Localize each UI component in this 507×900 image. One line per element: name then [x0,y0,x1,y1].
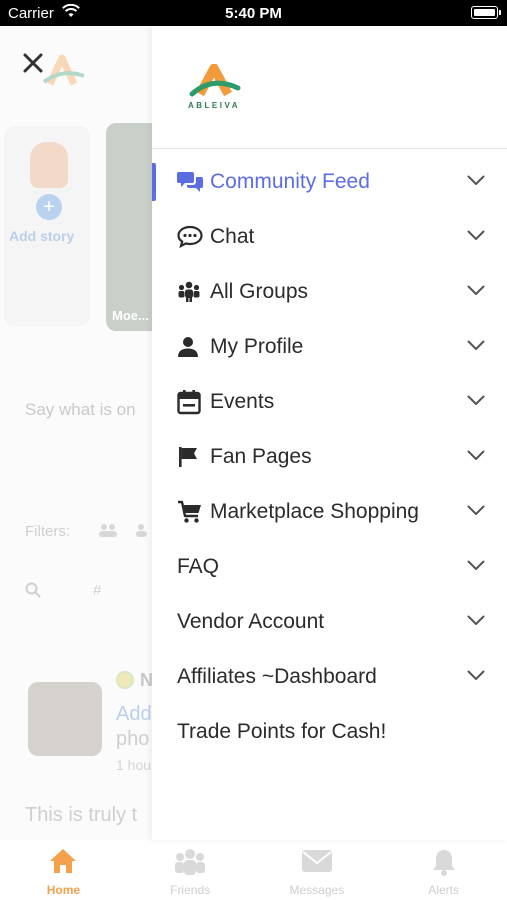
chevron-down-icon[interactable] [467,503,485,521]
menu-item-community-feed[interactable]: Community Feed [152,154,507,209]
chevron-down-icon[interactable] [467,558,485,576]
speech-bubble-icon [177,223,205,251]
calendar-icon [177,388,205,416]
ableiva-logo: ABLEIVA [182,63,246,117]
active-indicator [152,163,156,201]
menu-item-label: Marketplace Shopping [210,499,419,523]
menu-item-events[interactable]: Events [152,374,507,429]
menu-item-label: Community Feed [210,169,370,193]
tab-label: Friends [170,883,211,897]
tab-messages[interactable]: Messages [254,840,381,900]
menu-item-label: Affiliates ~Dashboard [177,664,377,688]
filters-label: Filters: [25,523,70,540]
chevron-down-icon[interactable] [467,393,485,411]
menu-item-label: All Groups [210,279,309,303]
chevron-down-icon[interactable] [467,668,485,686]
menu-item-fan-pages[interactable]: Fan Pages [152,429,507,484]
chevron-down-icon[interactable] [467,283,485,301]
menu-item-label: Trade Points for Cash! [177,719,387,743]
bell-icon [380,848,507,878]
post-line-2: pho [116,728,150,750]
tab-label: Messages [289,883,345,897]
flag-icon [177,443,205,471]
menu-item-all-groups[interactable]: All Groups [152,264,507,319]
avatar [30,142,68,188]
composer-placeholder[interactable]: Say what is on [25,400,136,420]
post-author[interactable]: N [140,670,152,691]
envelope-icon [254,848,381,878]
menu-item-my-profile[interactable]: My Profile [152,319,507,374]
background-page: + Add story Moe... Say what is on Filter… [0,26,152,840]
user-icon [177,333,205,361]
author-avatar [116,671,134,689]
menu-item-label: Chat [210,224,255,248]
add-story-card[interactable]: + Add story [4,126,90,326]
chat-bubbles-icon [177,168,205,196]
user-filter-icon[interactable] [134,523,150,540]
menu-item-faq[interactable]: FAQ [152,539,507,594]
faded-logo [40,54,90,99]
chevron-down-icon[interactable] [467,448,485,466]
search-icon[interactable] [25,582,41,602]
drawer-menu: Community Feed Chat All Groups My Profil… [152,154,507,759]
home-icon [0,848,127,878]
add-story-label: Add story [9,228,75,244]
story-photo-label: Moe... [112,308,149,323]
menu-item-marketplace-shopping[interactable]: Marketplace Shopping [152,484,507,539]
menu-item-label: Events [210,389,275,413]
clock: 5:40 PM [225,5,282,22]
navigation-drawer: ABLEIVA Community Feed Chat All Groups M… [152,26,507,840]
story-photo-card[interactable] [106,123,152,331]
status-bar: Carrier 5:40 PM [0,0,507,26]
chevron-down-icon[interactable] [467,228,485,246]
hashtag-icon[interactable]: # [93,582,101,599]
menu-item-label: Fan Pages [210,444,312,468]
drawer-header: ABLEIVA [152,26,507,149]
post-line-1: Add [116,703,152,725]
tab-label: Alerts [428,883,459,897]
groups-icon [177,278,205,306]
menu-item-affiliates-dashboard[interactable]: Affiliates ~Dashboard [152,649,507,704]
battery-icon [471,6,501,19]
close-drawer-button[interactable] [22,52,44,78]
chevron-down-icon[interactable] [467,173,485,191]
friends-icon [127,848,254,878]
post-time: 1 hou [116,757,152,773]
close-icon [23,53,43,73]
tab-alerts[interactable]: Alerts [380,840,507,900]
post-photo[interactable] [28,682,102,756]
logo-wordmark: ABLEIVA [188,101,240,110]
chevron-down-icon[interactable] [467,338,485,356]
tab-label: Home [46,883,81,897]
menu-item-label: Vendor Account [177,609,325,633]
tab-home[interactable]: Home [0,840,127,900]
bottom-tab-bar: Home Friends Messages Alerts [0,840,507,900]
post-text: This is truly t [25,804,138,826]
menu-item-vendor-account[interactable]: Vendor Account [152,594,507,649]
cart-icon [177,498,205,526]
tab-friends[interactable]: Friends [127,840,254,900]
friends-filter-icon[interactable] [98,523,118,540]
menu-item-label: FAQ [177,554,220,578]
menu-item-chat[interactable]: Chat [152,209,507,264]
chevron-down-icon[interactable] [467,613,485,631]
menu-item-trade-points[interactable]: Trade Points for Cash! [152,704,507,759]
plus-icon: + [36,194,62,220]
menu-item-label: My Profile [210,334,304,358]
